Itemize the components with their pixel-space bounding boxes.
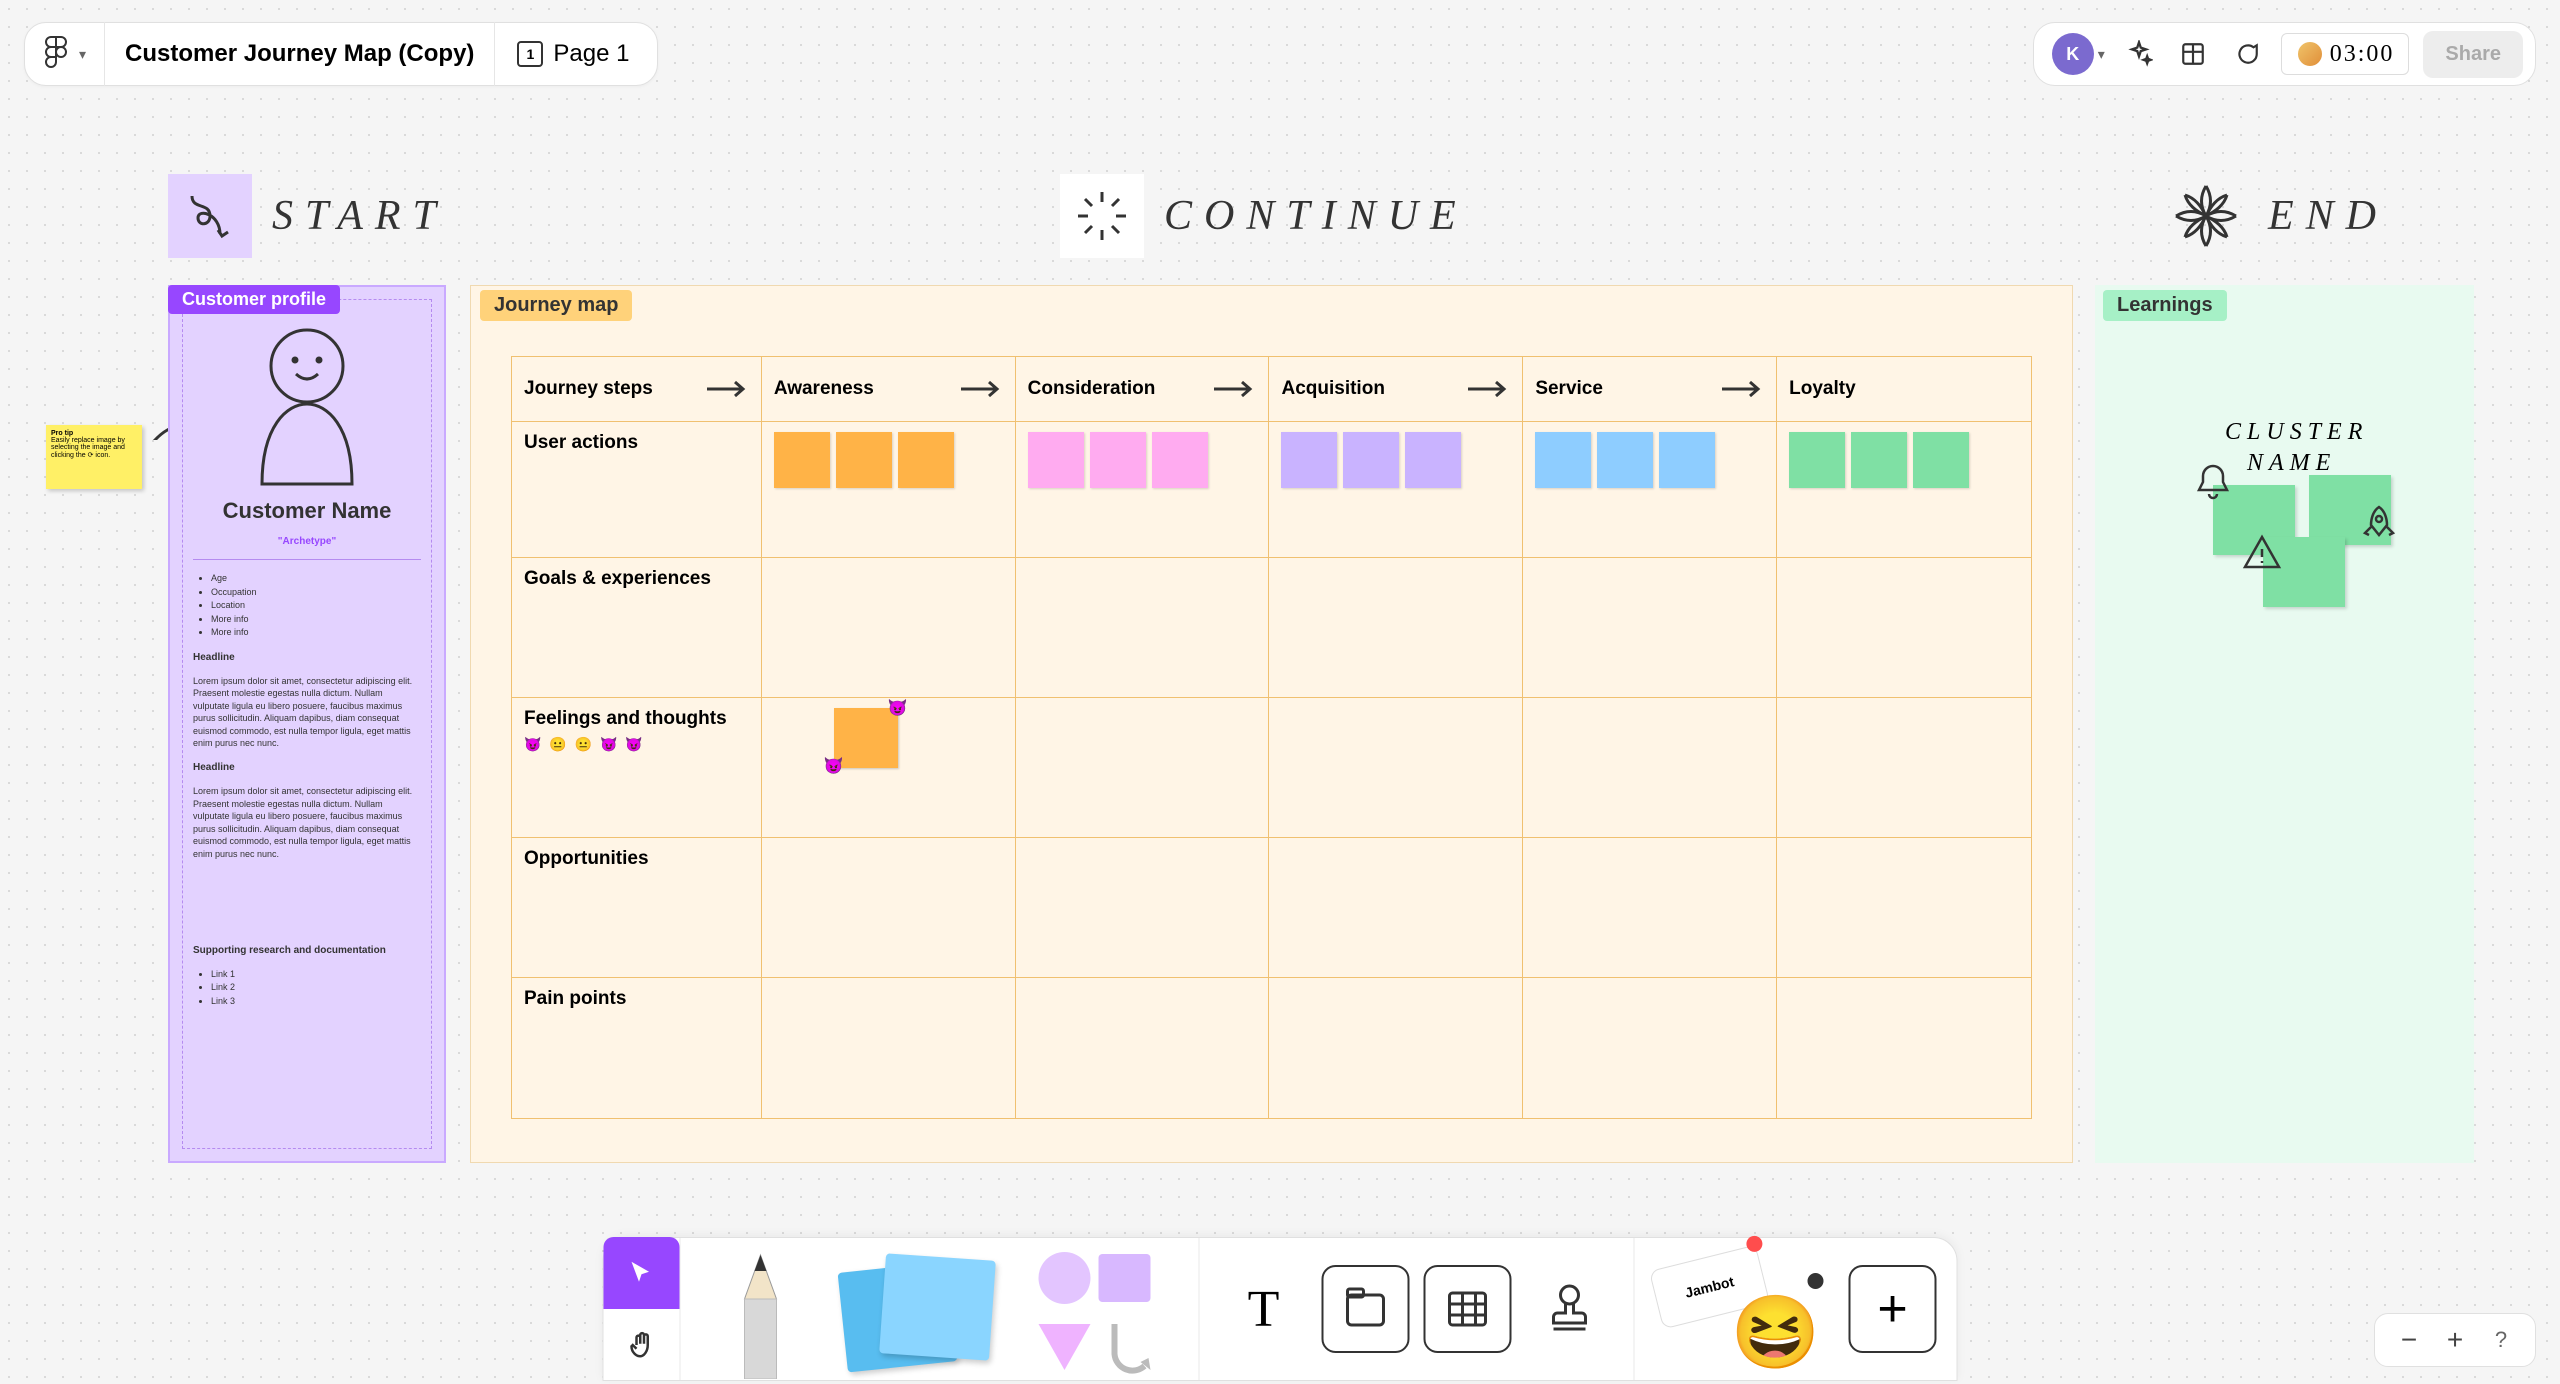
profile-headline-2: Headline xyxy=(193,762,421,773)
warning-icon xyxy=(2241,533,2283,573)
zoom-controls: − + ? xyxy=(2374,1313,2536,1367)
col-consideration: Consideration xyxy=(1016,357,1270,421)
top-left-toolbar: ▾ Customer Journey Map (Copy) 1 Page 1 xyxy=(24,22,658,86)
customer-bullet-list: AgeOccupationLocationMore infoMore info xyxy=(193,572,421,640)
col-awareness: Awareness xyxy=(762,357,1016,421)
section-continue-heading: CONTINUE xyxy=(1060,174,1468,258)
burst-continue-icon xyxy=(1060,174,1144,258)
customer-profile-board[interactable]: Customer Name "Archetype" AgeOccupationL… xyxy=(168,285,446,1163)
row-user-actions: User actions xyxy=(512,422,2031,558)
timer-avatar-icon xyxy=(2296,40,2324,68)
feelings-sticky[interactable]: 😈 😈 xyxy=(834,708,898,768)
col-service: Service xyxy=(1523,357,1777,421)
pencil-tool[interactable] xyxy=(701,1249,821,1369)
protip-sticky[interactable]: Pro tip Easily replace image by selectin… xyxy=(46,425,142,489)
squiggle-start-icon xyxy=(168,174,252,258)
arrow-right-icon xyxy=(959,379,1003,399)
zoom-in-button[interactable]: + xyxy=(2437,1324,2473,1356)
share-button[interactable]: Share xyxy=(2423,31,2523,78)
profile-paragraph-2: Lorem ipsum dolor sit amet, consectetur … xyxy=(193,785,421,861)
emoji-row: 😈 😐 😐 😈 😈 xyxy=(524,736,645,753)
journey-map-table: Journey steps Awareness Consideration Ac… xyxy=(511,356,2032,1119)
flower-end-icon xyxy=(2164,174,2248,258)
customer-profile-content: Customer Name "Archetype" AgeOccupationL… xyxy=(182,299,432,1149)
col-loyalty: Loyalty xyxy=(1777,357,2031,421)
file-title[interactable]: Customer Journey Map (Copy) xyxy=(104,22,495,86)
top-right-toolbar: K ▾ 03:00 Share xyxy=(2033,22,2536,86)
supporting-links-list: Link 1Link 2Link 3 xyxy=(193,968,421,1009)
add-more-button[interactable]: + xyxy=(1849,1265,1937,1353)
bell-icon xyxy=(2193,460,2233,504)
devil-emoji-icon: 😈 xyxy=(824,756,844,776)
col-journey-steps: Journey steps xyxy=(512,357,762,421)
text-tool-button[interactable]: T xyxy=(1220,1265,1308,1353)
table-tool-button[interactable] xyxy=(1424,1265,1512,1353)
protip-body: Easily replace image by selecting the im… xyxy=(51,437,137,459)
comment-icon[interactable] xyxy=(2227,34,2267,74)
sticky-group-acquisition[interactable] xyxy=(1281,432,1510,488)
ai-sparkle-icon[interactable] xyxy=(2119,34,2159,74)
timer-widget[interactable]: 03:00 xyxy=(2281,33,2410,75)
row-opportunities: Opportunities xyxy=(512,838,2031,978)
devil-emoji-icon: 😈 xyxy=(888,698,908,718)
select-tools-column xyxy=(604,1237,680,1381)
sticky-group-consideration[interactable] xyxy=(1028,432,1257,488)
shape-tool[interactable] xyxy=(1029,1244,1179,1374)
camera-dot-icon xyxy=(1804,1270,1826,1292)
help-button[interactable]: ? xyxy=(2483,1322,2519,1358)
arrow-right-icon xyxy=(1212,379,1256,399)
figma-menu-button[interactable]: ▾ xyxy=(31,23,104,85)
page-label: Page 1 xyxy=(553,40,629,68)
protip-title: Pro tip xyxy=(51,430,137,437)
notification-dot-icon xyxy=(1745,1234,1764,1253)
hand-tool-button[interactable] xyxy=(604,1309,680,1381)
user-menu[interactable]: K ▾ xyxy=(2052,33,2105,75)
laughing-emoji-sticker[interactable]: 😆 xyxy=(1731,1290,1821,1375)
section-start-heading: START xyxy=(168,174,448,258)
learnings-board[interactable]: CLUSTER NAME xyxy=(2095,285,2474,1163)
zoom-out-button[interactable]: − xyxy=(2391,1324,2427,1356)
profile-headline-1: Headline xyxy=(193,652,421,663)
col-acquisition: Acquisition xyxy=(1269,357,1523,421)
row-feelings-thoughts: Feelings and thoughts 😈 😐 😐 😈 😈 😈 😈 xyxy=(512,698,2031,838)
journey-map-board[interactable]: Journey steps Awareness Consideration Ac… xyxy=(470,285,2073,1163)
chevron-down-icon: ▾ xyxy=(79,46,86,63)
user-avatar: K xyxy=(2052,33,2094,75)
widgets-group[interactable]: Jambot 😆 xyxy=(1655,1249,1835,1369)
sticky-note-tool[interactable] xyxy=(835,1249,1015,1369)
profile-paragraph-1: Lorem ipsum dolor sit amet, consectetur … xyxy=(193,675,421,751)
stamp-tool-button[interactable] xyxy=(1526,1265,1614,1353)
section-tool-button[interactable] xyxy=(1322,1265,1410,1353)
customer-name: Customer Name xyxy=(193,498,421,524)
bottom-toolbar: T Jambot 😆 + xyxy=(603,1237,1958,1381)
customer-archetype: "Archetype" xyxy=(193,536,421,547)
learnings-tag[interactable]: Learnings xyxy=(2103,290,2227,321)
sticky-group-loyalty[interactable] xyxy=(1789,432,2019,488)
page-icon: 1 xyxy=(517,41,543,67)
supporting-research-heading: Supporting research and documentation xyxy=(193,945,421,956)
sticky-group-awareness[interactable] xyxy=(774,432,1003,488)
section-end-heading: END xyxy=(2164,174,2388,258)
row-goals-experiences: Goals & experiences xyxy=(512,558,2031,698)
timer-value: 03:00 xyxy=(2330,41,2395,68)
sticky-group-service[interactable] xyxy=(1535,432,1764,488)
journey-header-row: Journey steps Awareness Consideration Ac… xyxy=(512,357,2031,422)
rocket-icon xyxy=(2359,503,2399,547)
grid-view-icon[interactable] xyxy=(2173,34,2213,74)
move-tool-button[interactable] xyxy=(604,1237,680,1309)
figma-logo-icon xyxy=(45,36,67,73)
cluster-name-label: CLUSTER NAME xyxy=(2225,417,2368,479)
customer-profile-tag[interactable]: Customer profile xyxy=(168,285,340,314)
arrow-right-icon xyxy=(1466,379,1510,399)
page-selector[interactable]: 1 Page 1 xyxy=(495,22,651,86)
arrow-right-icon xyxy=(705,379,749,399)
row-pain-points: Pain points xyxy=(512,978,2031,1118)
chevron-down-icon: ▾ xyxy=(2098,46,2105,63)
arrow-right-icon xyxy=(1720,379,1764,399)
journey-map-tag[interactable]: Journey map xyxy=(480,290,632,321)
avatar-drawing xyxy=(193,316,421,486)
